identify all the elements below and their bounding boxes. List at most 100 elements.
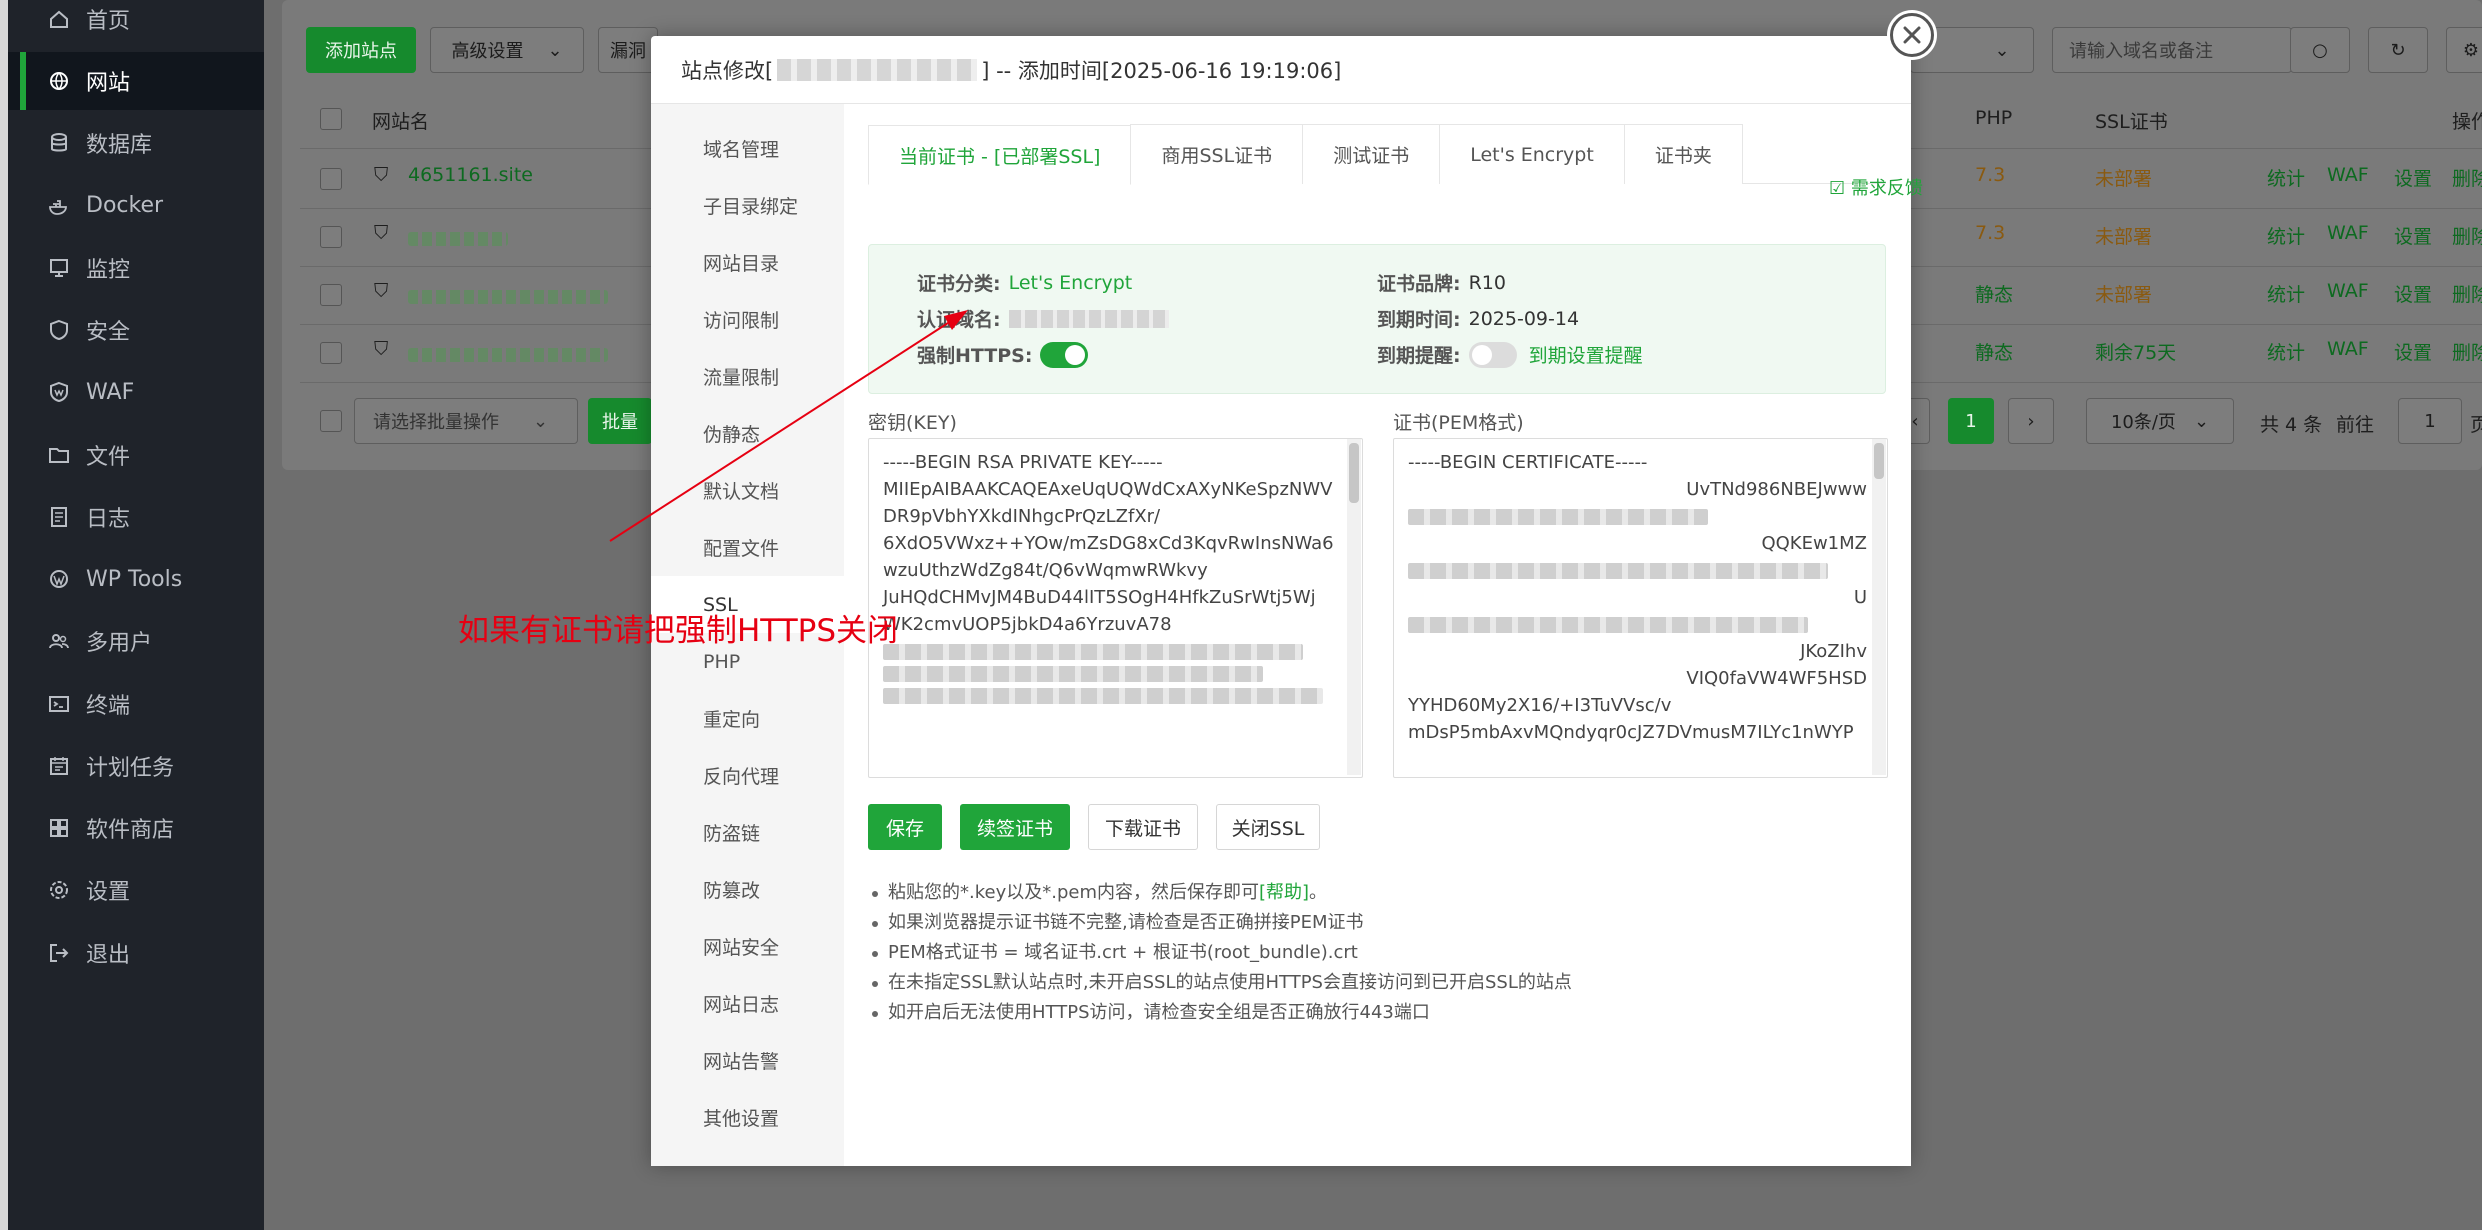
row-action-0[interactable]: 统计: [2267, 164, 2305, 191]
row-action-1[interactable]: WAF: [2327, 164, 2369, 186]
close-ssl-button[interactable]: 关闭SSL: [1216, 804, 1320, 850]
tab-0[interactable]: 当前证书 - [已部署SSL]: [868, 125, 1132, 185]
expire-remind-toggle[interactable]: [1468, 341, 1517, 368]
tab-4[interactable]: 证书夹: [1623, 124, 1743, 184]
key-textarea[interactable]: -----BEGIN RSA PRIVATE KEY----- MIIEpAIBA…: [868, 438, 1363, 778]
row-action-2[interactable]: 设置: [2394, 164, 2432, 191]
row-action-1[interactable]: WAF: [2327, 222, 2369, 244]
next-page-button[interactable]: ›: [2008, 398, 2054, 444]
site-link[interactable]: 4651161.site: [408, 164, 533, 186]
ssl-status[interactable]: 未部署: [2095, 164, 2152, 191]
row-action-3[interactable]: 删除: [2452, 222, 2482, 249]
cert-type-label: 证书分类:: [917, 273, 1001, 295]
key-scrollbar[interactable]: [1347, 439, 1361, 775]
shield-icon: ⛉: [374, 280, 389, 302]
sidebar-item-15[interactable]: 退出: [8, 924, 264, 982]
batch-select[interactable]: 请选择批量操作 ⌄: [354, 398, 578, 444]
row-action-3[interactable]: 删除: [2452, 164, 2482, 191]
sidebar-item-12[interactable]: 计划任务: [8, 737, 264, 795]
nav-item-12[interactable]: 防盗链: [651, 804, 844, 861]
nav-item-14[interactable]: 网站安全: [651, 918, 844, 975]
save-button[interactable]: 保存: [868, 804, 942, 850]
close-icon[interactable]: [1890, 13, 1934, 57]
force-https-toggle[interactable]: [1040, 341, 1089, 368]
tab-1[interactable]: 商用SSL证书: [1130, 124, 1304, 184]
sidebar-item-7[interactable]: 文件: [8, 426, 264, 484]
sidebar-item-3[interactable]: Docker: [8, 177, 264, 235]
nav-item-7[interactable]: 配置文件: [651, 519, 844, 576]
sidebar-item-6[interactable]: WAF: [8, 363, 264, 421]
pem-textarea[interactable]: -----BEGIN CERTIFICATE----- UvTNd986NBEJw…: [1393, 438, 1888, 778]
row-checkbox[interactable]: [320, 284, 342, 306]
nav-item-17[interactable]: 其他设置: [651, 1089, 844, 1146]
refresh-icon[interactable]: ↻: [2368, 27, 2428, 73]
php-version: 7.3: [1975, 164, 2006, 186]
search-input[interactable]: 请输入域名或备注: [2052, 27, 2292, 73]
sidebar-item-10[interactable]: 多用户: [8, 612, 264, 670]
row-action-1[interactable]: WAF: [2327, 280, 2369, 302]
row-action-0[interactable]: 统计: [2267, 338, 2305, 365]
search-icon[interactable]: ○: [2290, 27, 2350, 73]
redacted-site-name: [777, 58, 978, 81]
batch-button[interactable]: 批量: [588, 398, 652, 444]
sidebar-item-1[interactable]: 网站: [8, 52, 264, 111]
row-checkbox[interactable]: [320, 342, 342, 364]
sidebar-item-11[interactable]: 终端: [8, 675, 264, 733]
nav-item-16[interactable]: 网站告警: [651, 1032, 844, 1089]
nav-item-2[interactable]: 网站目录: [651, 234, 844, 291]
row-action-2[interactable]: 设置: [2394, 338, 2432, 365]
batch-checkbox[interactable]: [320, 410, 342, 432]
select-all-checkbox[interactable]: [320, 108, 342, 130]
sidebar-item-2[interactable]: 数据库: [8, 114, 264, 172]
add-site-button[interactable]: 添加站点: [306, 27, 416, 73]
ssl-status[interactable]: 未部署: [2095, 222, 2152, 249]
help-link[interactable]: [帮助]: [1259, 882, 1309, 903]
nav-item-15[interactable]: 网站日志: [651, 975, 844, 1032]
sidebar-item-0[interactable]: 首页: [8, 0, 264, 48]
feedback-link[interactable]: ☑ 需求反馈: [1829, 174, 1923, 200]
row-action-3[interactable]: 删除: [2452, 338, 2482, 365]
page-size-select[interactable]: 10条/页 ⌄: [2086, 398, 2234, 444]
nav-item-3[interactable]: 访问限制: [651, 291, 844, 348]
row-checkbox[interactable]: [320, 168, 342, 190]
nav-item-13[interactable]: 防篡改: [651, 861, 844, 918]
nav-item-10[interactable]: 重定向: [651, 690, 844, 747]
advanced-settings-button[interactable]: 高级设置 ⌄: [430, 27, 584, 73]
row-action-0[interactable]: 统计: [2267, 280, 2305, 307]
download-cert-button[interactable]: 下载证书: [1088, 804, 1198, 850]
sidebar-item-9[interactable]: WP Tools: [8, 550, 264, 608]
pem-scroll-thumb[interactable]: [1874, 443, 1884, 479]
nav-item-11[interactable]: 反向代理: [651, 747, 844, 804]
row-action-1[interactable]: WAF: [2327, 338, 2369, 360]
expire-remind-link[interactable]: 到期设置提醒: [1529, 341, 1643, 368]
sidebar-item-13[interactable]: 软件商店: [8, 799, 264, 857]
tab-3[interactable]: Let's Encrypt: [1439, 124, 1625, 184]
row-checkbox[interactable]: [320, 226, 342, 248]
sidebar-item-4[interactable]: 监控: [8, 239, 264, 297]
sidebar-item-14[interactable]: 设置: [8, 861, 264, 919]
row-action-2[interactable]: 设置: [2394, 222, 2432, 249]
sidebar-item-8[interactable]: 日志: [8, 488, 264, 546]
page-current[interactable]: 1: [1948, 398, 1994, 444]
pem-scrollbar[interactable]: [1872, 439, 1886, 775]
row-action-0[interactable]: 统计: [2267, 222, 2305, 249]
tab-2[interactable]: 测试证书: [1302, 124, 1441, 184]
goto-page-input[interactable]: 1: [2398, 398, 2462, 444]
gear-icon[interactable]: ⚙: [2446, 27, 2482, 73]
row-action-3[interactable]: 删除: [2452, 280, 2482, 307]
ssl-status[interactable]: 未部署: [2095, 280, 2152, 307]
nav-item-6[interactable]: 默认文档: [651, 462, 844, 519]
row-action-2[interactable]: 设置: [2394, 280, 2432, 307]
sidebar-item-5[interactable]: 安全: [8, 301, 264, 359]
nav-item-4[interactable]: 流量限制: [651, 348, 844, 405]
renew-cert-button[interactable]: 续签证书: [960, 804, 1070, 850]
col-site: 网站名: [372, 111, 430, 133]
nav-item-0[interactable]: 域名管理: [651, 120, 844, 177]
key-line: WK2cmvUOP5jbkD4a6YrzuvA78: [883, 614, 1172, 635]
vuln-button[interactable]: 漏洞: [598, 27, 658, 73]
chevron-down-icon: ⌄: [533, 410, 549, 432]
nav-item-1[interactable]: 子目录绑定: [651, 177, 844, 234]
nav-item-5[interactable]: 伪静态: [651, 405, 844, 462]
ssl-status[interactable]: 剩余75天: [2095, 338, 2176, 365]
key-scroll-thumb[interactable]: [1349, 443, 1359, 503]
